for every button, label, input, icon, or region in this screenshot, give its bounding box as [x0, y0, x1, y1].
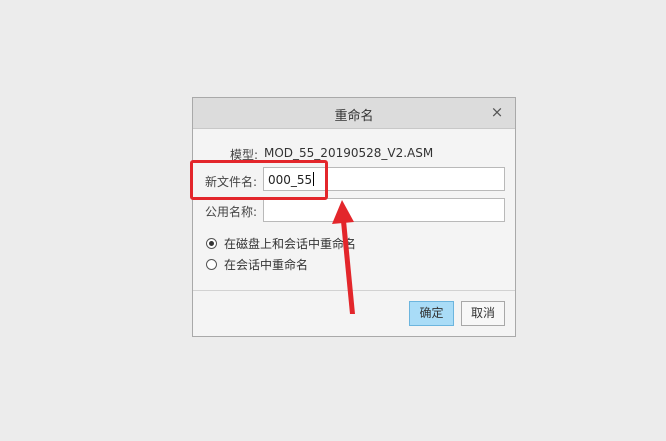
radio-rename-disk-and-session[interactable]: 在磁盘上和会话中重命名	[206, 235, 356, 251]
model-label: 模型:	[230, 148, 259, 162]
close-icon[interactable]: ×	[488, 103, 506, 121]
ok-button[interactable]: 确定	[409, 301, 454, 326]
new-filename-label: 新文件名:	[205, 175, 258, 189]
dialog-divider	[193, 290, 515, 291]
radio-rename-session-only[interactable]: 在会话中重命名	[206, 256, 308, 272]
new-filename-value: 000_55	[268, 173, 313, 187]
radio-unselected-icon[interactable]	[206, 258, 217, 270]
text-caret	[313, 172, 315, 186]
radio-selected-icon[interactable]	[206, 237, 217, 249]
radio-rename-disk-and-session-label: 在磁盘上和会话中重命名	[224, 236, 357, 251]
new-filename-input[interactable]: 000_55	[263, 167, 505, 191]
common-name-label: 公用名称:	[205, 205, 258, 219]
model-value: MOD_55_20190528_V2.ASM	[264, 146, 434, 160]
common-name-input[interactable]	[263, 198, 505, 222]
dialog-titlebar: 重命名 ×	[193, 98, 515, 129]
cancel-button[interactable]: 取消	[461, 301, 505, 326]
dialog-title: 重命名	[334, 109, 374, 124]
radio-rename-session-only-label: 在会话中重命名	[224, 257, 309, 272]
rename-dialog: 重命名 × 模型: MOD_55_20190528_V2.ASM 新文件名: 0…	[192, 97, 516, 337]
